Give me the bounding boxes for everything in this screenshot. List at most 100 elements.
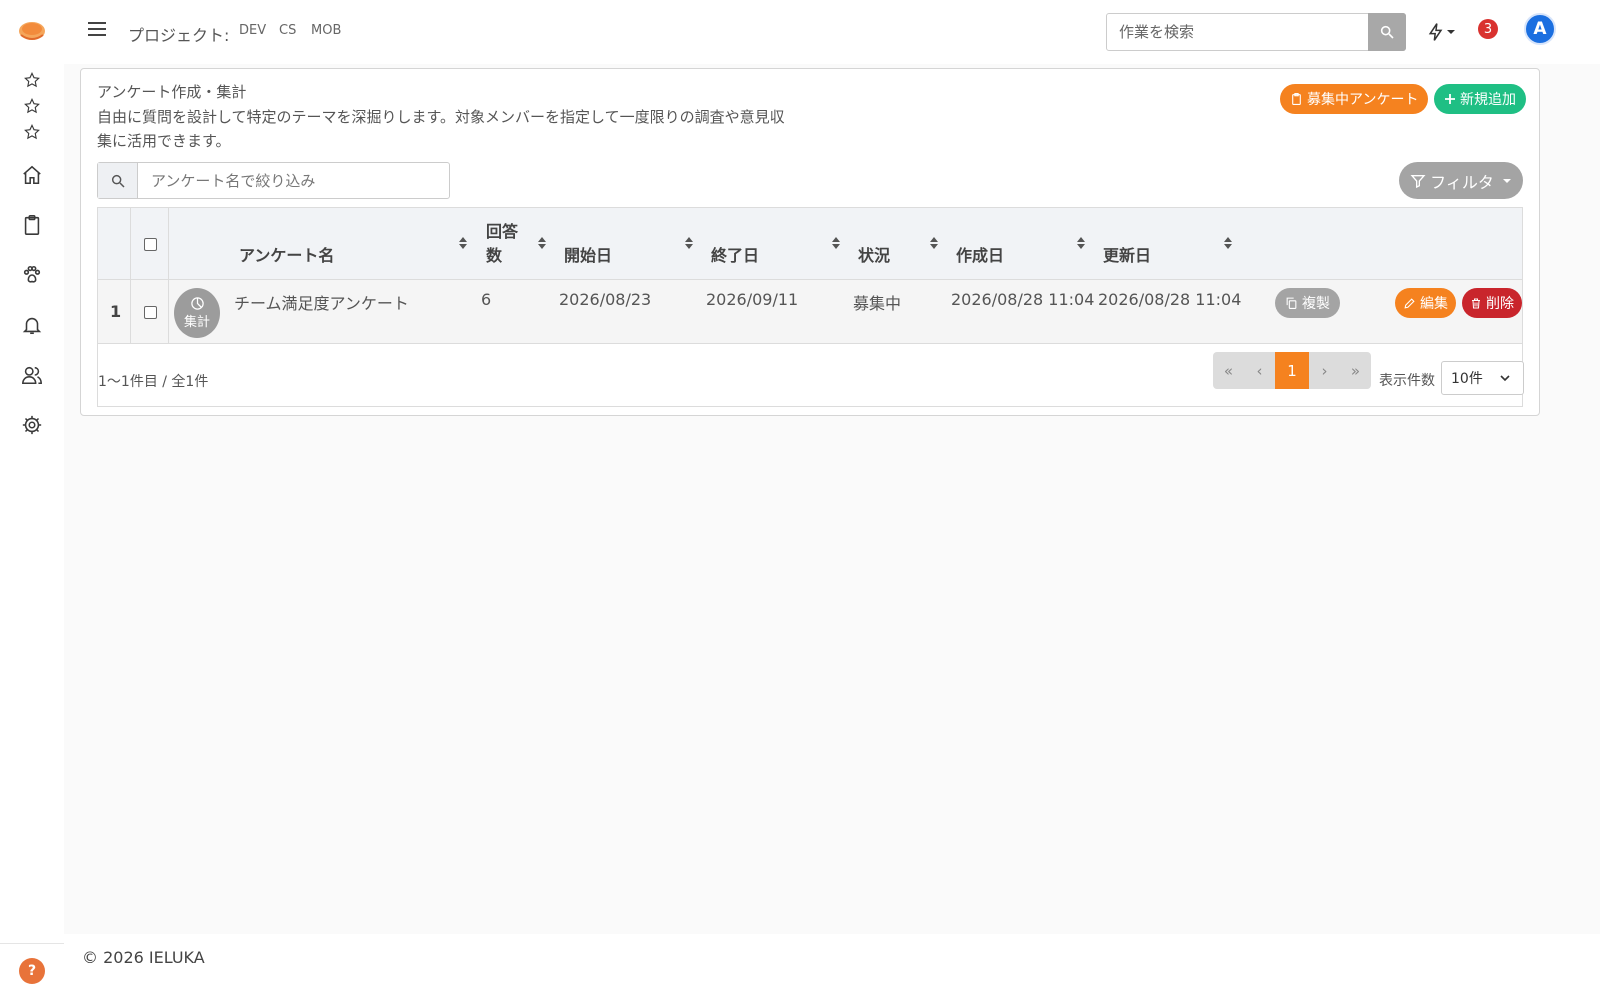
survey-filter — [97, 162, 450, 199]
page-next-button[interactable]: › — [1309, 352, 1340, 389]
caret-down-icon — [1447, 30, 1455, 34]
star-icon-favorite-1[interactable] — [18, 66, 46, 94]
sort-answers-icon[interactable] — [537, 236, 547, 250]
survey-status: 募集中 — [853, 294, 902, 313]
survey-filter-input[interactable] — [139, 163, 439, 198]
page-current-button[interactable]: 1 — [1275, 352, 1309, 389]
row-index: 1 — [110, 302, 122, 321]
notification-badge[interactable]: 3 — [1478, 19, 1498, 39]
project-link-mob[interactable]: MOB — [311, 23, 341, 38]
sidebar: ? — [0, 0, 64, 1000]
trash-icon — [1472, 298, 1480, 308]
delete-label: 削除 — [1486, 296, 1514, 312]
col-answers: 回答 数 — [486, 220, 518, 268]
col-end: 終了日 — [711, 246, 760, 265]
filter-label: フィルタ — [1430, 172, 1494, 192]
help-button[interactable]: ? — [19, 958, 45, 984]
copy-label: 複製 — [1302, 296, 1330, 312]
aggregate-button[interactable]: 集計 — [174, 288, 220, 338]
active-surveys-label: 募集中アンケート — [1307, 92, 1419, 108]
caret-down-icon — [1502, 178, 1511, 183]
col-status: 状況 — [858, 246, 891, 265]
star-icon-favorite-2[interactable] — [18, 92, 46, 120]
page-title: アンケート作成・集計 — [97, 83, 247, 101]
app-logo-icon[interactable] — [17, 17, 47, 45]
pagination: « ‹ 1 › » — [1213, 352, 1371, 389]
survey-name: チーム満足度アンケート — [234, 294, 409, 313]
sort-status-icon[interactable] — [929, 236, 939, 250]
sort-created-icon[interactable] — [1076, 236, 1086, 250]
aggregate-label: 集計 — [183, 315, 210, 330]
active-surveys-button[interactable]: 募集中アンケート — [1280, 84, 1429, 114]
edit-button[interactable]: 編集 — [1395, 288, 1456, 318]
clipboard-icon[interactable] — [18, 211, 46, 239]
column-divider — [168, 208, 169, 344]
column-divider — [130, 208, 131, 344]
users-icon[interactable] — [18, 361, 46, 389]
task-search-input[interactable] — [1107, 14, 1357, 50]
table-row: 1 集計 チーム満足度アンケート 6 2026/08/23 2026/09/11… — [98, 280, 1522, 344]
copy-icon — [1286, 297, 1297, 309]
home-icon[interactable] — [18, 161, 46, 189]
sort-start-icon[interactable] — [684, 236, 694, 250]
main-content: アンケート作成・集計 自由に質問を設計して特定のテーマを深掘りします。対象メンバ… — [64, 64, 1600, 934]
copy-button[interactable]: 複製 — [1275, 288, 1340, 318]
survey-table: アンケート名 回答 数 開始日 終了日 状況 作成日 更新日 1 集計 チーム満… — [97, 207, 1524, 407]
page-prev-button[interactable]: ‹ — [1244, 352, 1275, 389]
row-checkbox[interactable] — [144, 306, 157, 319]
funnel-icon — [1410, 174, 1426, 188]
add-new-button[interactable]: 新規追加 — [1434, 84, 1526, 114]
sort-updated-icon[interactable] — [1223, 236, 1233, 250]
paw-icon[interactable] — [18, 261, 46, 289]
col-answers-line1: 回答 — [486, 222, 519, 241]
search-icon — [1380, 25, 1394, 39]
add-new-label: 新規追加 — [1460, 92, 1516, 108]
chevron-down-icon — [1500, 375, 1510, 382]
col-updated: 更新日 — [1103, 246, 1152, 265]
page-last-button[interactable]: » — [1340, 352, 1371, 389]
search-icon — [98, 163, 138, 198]
delete-button[interactable]: 削除 — [1462, 288, 1522, 318]
select-all-checkbox[interactable] — [144, 238, 157, 251]
bell-icon[interactable] — [18, 311, 46, 339]
project-label: プロジェクト: — [128, 26, 230, 45]
task-search — [1106, 13, 1406, 51]
sort-name-icon[interactable] — [458, 236, 468, 250]
per-page-label: 表示件数 — [1379, 373, 1435, 389]
survey-updated: 2026/08/28 11:04 — [1098, 290, 1242, 309]
pencil-icon — [1404, 297, 1415, 309]
sidebar-divider — [0, 943, 64, 944]
table-header: アンケート名 回答 数 開始日 終了日 状況 作成日 更新日 — [98, 208, 1522, 280]
project-link-dev[interactable]: DEV — [239, 23, 266, 38]
lightning-icon — [1428, 23, 1443, 41]
copyright: © 2026 IELUKA — [82, 948, 205, 967]
sort-end-icon[interactable] — [831, 236, 841, 250]
per-page-select[interactable]: 10件 — [1441, 361, 1524, 395]
page-description: 自由に質問を設計して特定のテーマを深掘りします。対象メンバーを指定して一度限りの… — [97, 108, 785, 150]
per-page-value: 10件 — [1451, 371, 1483, 387]
user-avatar[interactable]: A — [1524, 13, 1556, 45]
pagination-info: 1〜1件目 / 全1件 — [98, 374, 209, 390]
menu-toggle-icon[interactable] — [88, 22, 106, 38]
gear-icon[interactable] — [18, 411, 46, 439]
project-link-cs[interactable]: CS — [279, 23, 296, 38]
clipboard-icon — [1292, 93, 1301, 105]
plus-icon — [1445, 94, 1455, 104]
survey-answers: 6 — [481, 290, 492, 309]
star-icon-favorite-3[interactable] — [18, 118, 46, 146]
page-first-button[interactable]: « — [1213, 352, 1244, 389]
quick-actions-dropdown[interactable] — [1426, 19, 1462, 45]
col-answers-line2: 数 — [486, 246, 503, 265]
search-button[interactable] — [1368, 13, 1406, 51]
edit-label: 編集 — [1420, 296, 1448, 312]
topbar: プロジェクト: DEV CS MOB 3 A — [64, 0, 1600, 64]
survey-start: 2026/08/23 — [559, 290, 652, 309]
survey-card: アンケート作成・集計 自由に質問を設計して特定のテーマを深掘りします。対象メンバ… — [80, 68, 1540, 416]
chart-pie-icon — [190, 297, 204, 310]
col-created: 作成日 — [956, 246, 1005, 265]
survey-end: 2026/09/11 — [706, 290, 799, 309]
filter-dropdown-button[interactable]: フィルタ — [1399, 162, 1523, 199]
col-name: アンケート名 — [239, 246, 335, 265]
survey-created: 2026/08/28 11:04 — [951, 290, 1095, 309]
col-start: 開始日 — [564, 246, 613, 265]
